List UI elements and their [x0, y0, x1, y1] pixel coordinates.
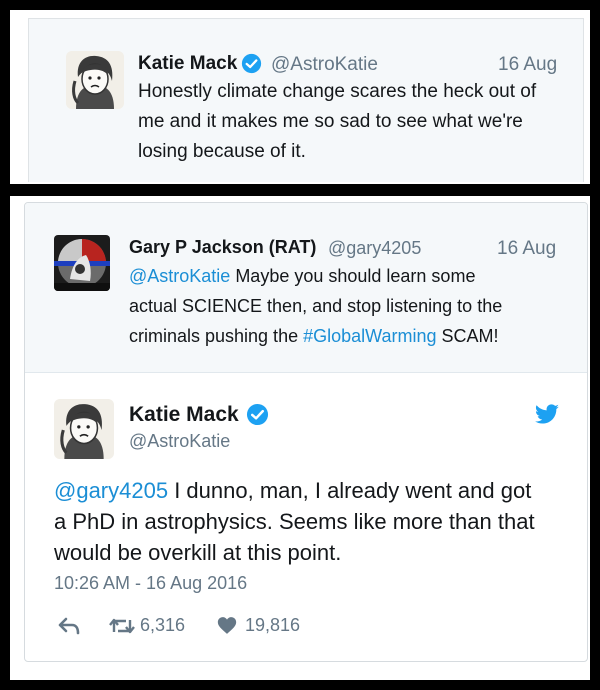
tweet-text-line: losing because of it.: [138, 141, 306, 162]
tweet-timestamp[interactable]: 10:26 AM - 16 Aug 2016: [54, 573, 247, 594]
mention-link[interactable]: @gary4205: [54, 478, 168, 503]
reply-text-line: actual SCIENCE then, and stop listening …: [129, 296, 503, 316]
main-author-name[interactable]: Katie Mack: [129, 403, 239, 427]
main-author-handle[interactable]: @AstroKatie: [129, 431, 230, 452]
twitter-bird-icon[interactable]: [534, 404, 560, 431]
main-tweet-text: @gary4205 I dunno, man, I already went a…: [54, 475, 584, 568]
reply-text-segment: criminals pushing the: [129, 326, 304, 346]
mention-link[interactable]: @AstroKatie: [129, 266, 230, 286]
tweet-detail-card: Gary P Jackson (RAT) @gary4205 16 Aug @A…: [24, 202, 588, 662]
reply-icon[interactable]: [58, 617, 80, 640]
heart-icon[interactable]: [217, 616, 237, 640]
in-reply-to-tweet[interactable]: Gary P Jackson (RAT) @gary4205 16 Aug @A…: [25, 203, 587, 373]
verified-badge-icon: [246, 403, 269, 431]
reply-text: @AstroKatie Maybe you should learn some …: [129, 261, 579, 351]
main-text-line: a PhD in astrophysics. Seems like more t…: [54, 509, 535, 534]
tweet-text-line: Honestly climate change scares the heck …: [138, 81, 537, 102]
like-count[interactable]: 19,816: [245, 615, 300, 636]
hashtag-link[interactable]: #GlobalWarming: [303, 326, 436, 346]
reply-text-line: criminals pushing the #GlobalWarming SCA…: [129, 321, 579, 351]
reply-text-line: @AstroKatie Maybe you should learn some: [129, 261, 579, 291]
reply-text-segment: SCAM!: [436, 326, 499, 346]
tweet-date[interactable]: 16 Aug: [498, 54, 557, 76]
author-handle[interactable]: @AstroKatie: [271, 54, 378, 76]
reply-author-name[interactable]: Gary P Jackson (RAT): [129, 237, 316, 258]
retweet-count[interactable]: 6,316: [140, 615, 185, 636]
tweet-text: Honestly climate change scares the heck …: [138, 77, 578, 167]
reply-text-segment: Maybe you should learn some: [230, 266, 476, 286]
avatar-gary-jackson[interactable]: [54, 235, 110, 291]
verified-badge-icon: [241, 53, 262, 79]
retweet-icon[interactable]: [109, 616, 135, 641]
tweet-text-line: me and it makes me so sad to see what we…: [138, 111, 523, 132]
main-text-line: @gary4205 I dunno, man, I already went a…: [54, 475, 584, 506]
avatar-katie-mack[interactable]: [66, 51, 124, 109]
main-text-segment: I dunno, man, I already went and got: [168, 478, 532, 503]
reply-date[interactable]: 16 Aug: [497, 238, 556, 260]
author-name[interactable]: Katie Mack: [138, 53, 237, 75]
quoted-tweet-card[interactable]: Katie Mack @AstroKatie 16 Aug Honestly c…: [28, 18, 584, 182]
main-text-line: would be overkill at this point.: [54, 540, 342, 565]
avatar-katie-mack-main[interactable]: [54, 399, 114, 459]
reply-author-handle[interactable]: @gary4205: [328, 238, 421, 259]
